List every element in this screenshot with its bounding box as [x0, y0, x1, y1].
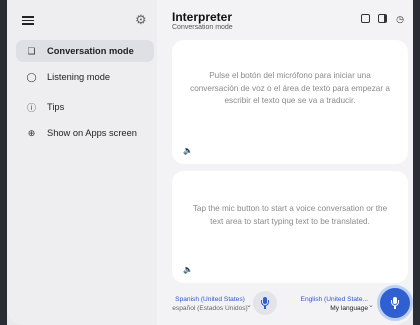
sidebar-item-label: Tips [47, 102, 65, 112]
speaker-icon[interactable]: 🔈 [183, 265, 193, 274]
bottom-card-prompt: Tap the mic button to start a voice conv… [192, 204, 388, 226]
language-label: My language [330, 305, 368, 312]
menu-icon[interactable] [22, 14, 34, 26]
conversation-icon: ❏ [27, 45, 36, 56]
sidebar-item-listening-mode[interactable]: ◯ Listening mode [16, 66, 154, 88]
history-clock-icon[interactable]: ◷ [395, 14, 405, 24]
mic-button-right[interactable] [377, 285, 413, 321]
settings-gear-icon[interactable]: ⚙ [135, 13, 147, 27]
sidebar-nav: ❏ Conversation mode ◯ Listening mode ⓘ T… [16, 40, 154, 148]
sidebar-item-label: Listening mode [47, 72, 111, 82]
language-selector-right[interactable]: English (United State... My language [288, 296, 368, 312]
main-panel: Interpreter Conversation mode ◷ Pulse el… [164, 0, 413, 325]
translation-area-bottom[interactable]: Tap the mic button to start a voice conv… [172, 171, 408, 283]
language-name: English (United State... [300, 296, 368, 303]
top-card-prompt: Pulse el botón del micrófono para inicia… [190, 71, 390, 105]
sidebar: ⚙ ❏ Conversation mode ◯ Listening mode ⓘ… [7, 0, 157, 325]
app-window: ⚙ ❏ Conversation mode ◯ Listening mode ⓘ… [7, 0, 413, 325]
mic-icon [261, 297, 269, 309]
speaker-icon[interactable]: 🔈 [183, 146, 193, 155]
mic-icon [391, 297, 399, 309]
mic-button-left[interactable] [253, 291, 277, 315]
chevron-down-icon[interactable]: ⌄ [246, 301, 252, 309]
page-subtitle: Conversation mode [172, 24, 233, 31]
listening-icon: ◯ [26, 71, 37, 82]
sidebar-item-tips[interactable]: ⓘ Tips [16, 96, 154, 118]
split-view-icon[interactable] [361, 14, 371, 24]
add-circle-icon: ⊕ [27, 127, 36, 138]
device-bezel-right [413, 0, 420, 325]
language-native-name: español (Estados Unidos) [172, 305, 248, 312]
sidebar-item-label: Conversation mode [47, 46, 134, 56]
chevron-down-icon[interactable]: ⌄ [368, 301, 374, 309]
sidebar-item-show-on-apps-screen[interactable]: ⊕ Show on Apps screen [16, 122, 154, 144]
sidebar-item-label: Show on Apps screen [47, 128, 137, 138]
info-icon: ⓘ [26, 102, 36, 113]
page-title: Interpreter [172, 10, 233, 24]
side-panel-icon[interactable] [378, 14, 388, 24]
sidebar-item-conversation-mode[interactable]: ❏ Conversation mode [16, 40, 154, 62]
language-selector-left[interactable]: Spanish (United States) español (Estados… [172, 296, 248, 312]
language-name: Spanish (United States) [175, 296, 245, 303]
device-bezel-left [0, 0, 7, 325]
translation-area-top[interactable]: Pulse el botón del micrófono para inicia… [172, 40, 408, 164]
